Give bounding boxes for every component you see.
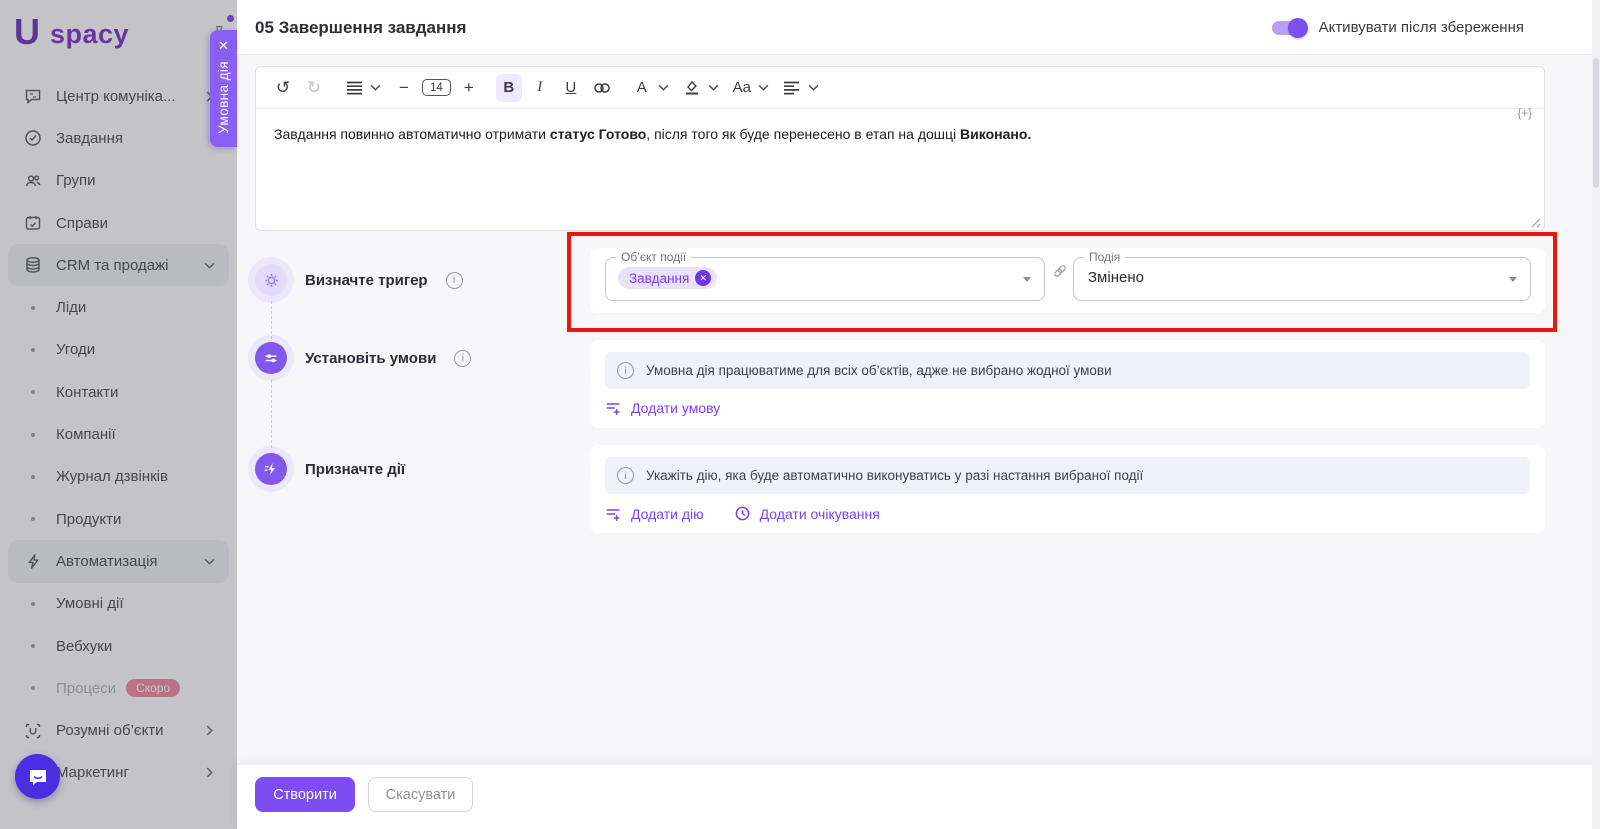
insert-variable-icon[interactable]: {+} bbox=[1518, 108, 1532, 120]
actions-bolt-icon bbox=[255, 453, 287, 485]
app-window: U spacy Центр комуніка... Завдання Групи bbox=[0, 0, 1600, 829]
font-size-decrease-icon[interactable]: − bbox=[391, 74, 417, 102]
editor-text: Завдання повинно автоматично отримати bbox=[274, 126, 550, 142]
conditions-sliders-icon bbox=[255, 342, 287, 374]
info-icon[interactable]: i bbox=[454, 349, 472, 367]
page-title: 05 Завершення завдання bbox=[255, 18, 467, 37]
chevron-down-icon[interactable] bbox=[370, 84, 381, 91]
toggle-knob bbox=[1287, 17, 1308, 38]
underline-button[interactable]: U bbox=[558, 74, 584, 102]
highlight-color-icon[interactable] bbox=[679, 74, 705, 102]
create-button[interactable]: Створити bbox=[255, 777, 355, 812]
resize-handle-icon[interactable] bbox=[1531, 218, 1541, 228]
text-case-button[interactable]: Aa bbox=[729, 74, 755, 102]
step-connector bbox=[271, 301, 272, 339]
editor-bold-text: Виконано. bbox=[960, 126, 1032, 142]
step-connector bbox=[271, 380, 272, 448]
redo-icon[interactable]: ↻ bbox=[301, 74, 327, 102]
step-set-conditions: Установіть умови i bbox=[255, 342, 472, 374]
add-wait-button[interactable]: Додати очікування bbox=[734, 505, 880, 522]
clock-icon bbox=[734, 505, 751, 522]
chevron-down-icon[interactable] bbox=[758, 84, 769, 91]
activate-after-save: Активувати після збереження bbox=[1271, 0, 1524, 55]
dropdown-caret-icon[interactable] bbox=[1509, 277, 1517, 282]
actions-info-banner: i Укажіть дію, яка буде автоматично вико… bbox=[605, 457, 1530, 494]
field-label: Об’єкт події bbox=[616, 250, 692, 264]
field-label: Подія bbox=[1084, 250, 1126, 264]
undo-icon[interactable]: ↺ bbox=[270, 74, 296, 102]
sidebar: U spacy Центр комуніка... Завдання Групи bbox=[0, 0, 237, 829]
link-icon[interactable] bbox=[589, 74, 615, 102]
activate-toggle[interactable] bbox=[1271, 17, 1308, 38]
chat-bubble-icon bbox=[26, 765, 50, 789]
info-icon: i bbox=[617, 467, 634, 484]
field-value: Змінено bbox=[1088, 269, 1144, 286]
conditions-info-text: Умовна дія працюватиме для всіх об’єктів… bbox=[646, 363, 1112, 378]
font-size-increase-icon[interactable]: + bbox=[456, 74, 482, 102]
conditional-action-drawer-tab[interactable]: ✕ Умовна дія bbox=[210, 30, 237, 147]
add-action-button[interactable]: Додати дію bbox=[605, 506, 704, 522]
bold-button[interactable]: B bbox=[495, 73, 522, 102]
line-spacing-icon[interactable] bbox=[341, 74, 367, 102]
close-icon[interactable]: ✕ bbox=[218, 39, 229, 53]
chevron-down-icon[interactable] bbox=[658, 84, 669, 91]
add-condition-button[interactable]: Додати умову bbox=[605, 400, 720, 416]
italic-button[interactable]: I bbox=[527, 74, 553, 102]
activate-toggle-label: Активувати після збереження bbox=[1318, 19, 1524, 36]
list-plus-icon bbox=[605, 400, 622, 416]
chevron-down-icon[interactable] bbox=[808, 84, 819, 91]
trigger-gear-icon bbox=[255, 264, 287, 296]
remove-chip-icon[interactable]: ✕ bbox=[695, 270, 712, 286]
description-editor: ↺ ↻ − 14 + B I U A Aa Завдання повинно а… bbox=[255, 66, 1545, 231]
drawer-tab-label: Умовна дія bbox=[216, 61, 231, 134]
chip-label: Завдання bbox=[629, 270, 690, 286]
step-assign-actions: Призначте дії bbox=[255, 453, 405, 485]
step-label: Призначте дії bbox=[305, 460, 406, 478]
dropdown-caret-icon[interactable] bbox=[1023, 277, 1031, 282]
editor-bold-text: статус Готово bbox=[549, 126, 647, 142]
editor-content[interactable]: Завдання повинно автоматично отримати ст… bbox=[256, 109, 1544, 159]
editor-toolbar: ↺ ↻ − 14 + B I U A Aa bbox=[256, 67, 1544, 109]
font-size-value[interactable]: 14 bbox=[422, 74, 451, 102]
event-object-select[interactable]: Об’єкт події Завдання ✕ bbox=[605, 250, 1045, 301]
step-label: Визначте тригер bbox=[305, 271, 428, 289]
step-label: Установіть умови bbox=[305, 349, 437, 367]
list-plus-icon bbox=[605, 506, 622, 522]
chevron-down-icon[interactable] bbox=[708, 84, 719, 91]
link-fields-icon bbox=[1051, 262, 1069, 280]
conditions-info-banner: i Умовна дія працюватиме для всіх об’єкт… bbox=[605, 352, 1530, 389]
align-icon[interactable] bbox=[779, 74, 805, 102]
step-define-trigger: Визначте тригер i bbox=[255, 264, 463, 296]
info-icon: i bbox=[617, 362, 634, 379]
chat-widget-button[interactable] bbox=[15, 754, 60, 799]
trigger-card: Об’єкт події Завдання ✕ Подія Змінено bbox=[590, 248, 1545, 313]
actions-card: i Укажіть дію, яка буде автоматично вико… bbox=[590, 445, 1545, 533]
scrollbar-track[interactable] bbox=[1592, 0, 1600, 829]
panel-footer: Створити Скасувати bbox=[237, 765, 1600, 829]
event-type-select[interactable]: Подія Змінено bbox=[1073, 250, 1531, 301]
actions-info-text: Укажіть дію, яка буде автоматично викону… bbox=[646, 468, 1144, 483]
scrollbar-thumb[interactable] bbox=[1593, 58, 1599, 188]
cancel-button[interactable]: Скасувати bbox=[368, 777, 473, 812]
text-color-button[interactable]: A bbox=[629, 74, 655, 102]
main-panel: 05 Завершення завдання Активувати після … bbox=[210, 0, 1600, 829]
selected-object-chip[interactable]: Завдання ✕ bbox=[618, 267, 718, 289]
conditions-card: i Умовна дія працюватиме для всіх об’єкт… bbox=[590, 340, 1545, 428]
info-icon[interactable]: i bbox=[445, 271, 463, 289]
modal-dim-overlay bbox=[0, 0, 237, 829]
editor-text: , після того як буде перенесено в етап н… bbox=[646, 126, 961, 142]
